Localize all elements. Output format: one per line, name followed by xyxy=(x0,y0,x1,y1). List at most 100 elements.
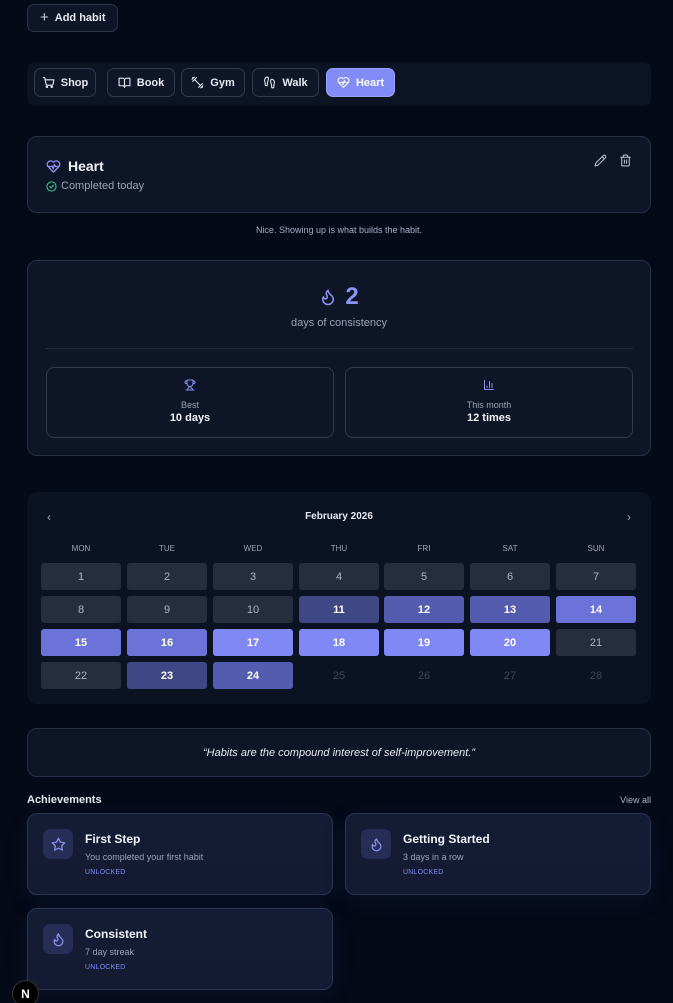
flame-icon xyxy=(371,837,381,851)
flame-icon xyxy=(322,289,335,306)
achievement-title: First Step xyxy=(85,832,141,846)
streak-label: days of consistency xyxy=(291,317,387,329)
calendar-day[interactable]: 7 xyxy=(556,563,636,590)
stats-card: 2 days of consistency Best 10 days This … xyxy=(27,260,651,456)
tab-label: Walk xyxy=(282,76,308,89)
tab-gym[interactable]: Gym xyxy=(181,68,245,97)
habit-tabs: Shop Book Gym Walk Heart xyxy=(27,62,651,106)
calendar-day[interactable]: 18 xyxy=(299,629,379,656)
calendar: ‹ February 2026 › MON TUE WED THU FRI SAT SUN 1… xyxy=(27,492,651,704)
weekday-label: SUN xyxy=(587,544,605,553)
achievement-icon xyxy=(43,924,73,954)
weekday-label: TUE xyxy=(159,544,175,553)
calendar-day[interactable]: 14 xyxy=(556,596,636,623)
add-habit-button[interactable]: + Add habit xyxy=(27,4,118,32)
best-streak-box: Best 10 days xyxy=(46,367,334,438)
quote-card: “Habits are the compound interest of sel… xyxy=(27,728,651,777)
calendar-day[interactable]: 5 xyxy=(384,563,464,590)
tab-label: Gym xyxy=(210,76,235,89)
habit-status-text: Completed today xyxy=(61,180,145,192)
footprints-icon xyxy=(264,76,276,89)
calendar-day[interactable]: 23 xyxy=(127,662,207,689)
tab-label: Heart xyxy=(355,76,385,89)
achievement-status: UNLOCKED xyxy=(85,869,126,876)
calendar-day[interactable]: 12 xyxy=(384,596,464,623)
month-value: 12 times xyxy=(466,412,512,424)
dumbbell-icon xyxy=(191,76,204,89)
tab-walk[interactable]: Walk xyxy=(252,68,319,97)
calendar-day[interactable]: 8 xyxy=(41,596,121,623)
habit-status: Completed today xyxy=(46,180,144,192)
calendar-day[interactable]: 15 xyxy=(41,629,121,656)
calendar-day[interactable]: 6 xyxy=(470,563,550,590)
tab-label: Book xyxy=(136,76,165,89)
calendar-month-title: February 2026 xyxy=(305,511,373,522)
weekday-label: SAT xyxy=(502,544,518,553)
calendar-day[interactable]: 17 xyxy=(213,629,293,656)
star-icon xyxy=(51,837,65,851)
habit-actions xyxy=(594,154,632,167)
achievement-status: UNLOCKED xyxy=(403,869,444,876)
calendar-day[interactable]: 13 xyxy=(470,596,550,623)
calendar-day[interactable]: 21 xyxy=(556,629,636,656)
achievement-title: Getting Started xyxy=(403,832,490,846)
calendar-day[interactable]: 22 xyxy=(41,662,121,689)
calendar-day: 26 xyxy=(417,669,431,682)
calendar-day[interactable]: 3 xyxy=(213,563,293,590)
trash-icon[interactable] xyxy=(619,154,632,167)
calendar-day: 25 xyxy=(332,669,346,682)
calendar-day[interactable]: 20 xyxy=(470,629,550,656)
calendar-day[interactable]: 1 xyxy=(41,563,121,590)
calendar-day: 28 xyxy=(589,669,603,682)
tab-heart[interactable]: Heart xyxy=(326,68,395,97)
flame-icon xyxy=(53,932,63,946)
calendar-day[interactable]: 9 xyxy=(127,596,207,623)
streak-value: 2 xyxy=(345,283,359,310)
achievement-desc: 3 days in a row xyxy=(403,852,464,862)
habit-card: Heart Completed today xyxy=(27,136,651,213)
bar-chart-icon xyxy=(484,380,494,390)
achievement-title: Consistent xyxy=(85,927,148,941)
book-icon xyxy=(118,77,131,88)
weekday-label: FRI xyxy=(417,544,431,553)
calendar-day[interactable]: 10 xyxy=(213,596,293,623)
calendar-day[interactable]: 19 xyxy=(384,629,464,656)
calendar-day[interactable]: 16 xyxy=(127,629,207,656)
tab-book[interactable]: Book xyxy=(107,68,175,97)
add-habit-label: Add habit xyxy=(54,12,106,24)
achievement-icon xyxy=(361,829,391,859)
heart-pulse-icon xyxy=(46,159,61,173)
calendar-day[interactable]: 11 xyxy=(299,596,379,623)
achievement-icon xyxy=(43,829,73,859)
streak-row: 2 xyxy=(28,283,650,311)
calendar-day[interactable]: 24 xyxy=(213,662,293,689)
habit-title-row: Heart xyxy=(46,158,104,174)
trophy-icon xyxy=(184,379,196,391)
calendar-day: 27 xyxy=(503,669,517,682)
achievement-card: Consistent 7 day streak UNLOCKED xyxy=(27,908,333,990)
best-label: Best xyxy=(180,400,199,410)
tab-shop[interactable]: Shop xyxy=(34,68,96,97)
calendar-day[interactable]: 4 xyxy=(299,563,379,590)
heart-pulse-icon xyxy=(337,77,350,88)
cart-icon xyxy=(42,77,55,89)
achievements-heading: Achievements xyxy=(27,794,102,806)
weekday-label: THU xyxy=(330,544,348,553)
habit-title: Heart xyxy=(68,158,104,174)
calendar-day[interactable]: 2 xyxy=(127,563,207,590)
dev-badge[interactable]: N xyxy=(12,980,39,1003)
achievement-card: First Step You completed your first habi… xyxy=(27,813,333,895)
achievement-status: UNLOCKED xyxy=(85,964,126,971)
divider xyxy=(45,348,633,349)
view-all-link[interactable]: View all xyxy=(620,795,651,805)
month-count-box: This month 12 times xyxy=(345,367,633,438)
tab-label: Shop xyxy=(60,76,89,89)
best-value: 10 days xyxy=(169,412,211,424)
encouragement-text: Nice. Showing up is what builds the habi… xyxy=(255,225,423,235)
achievement-desc: You completed your first habit xyxy=(85,852,204,862)
pencil-icon[interactable] xyxy=(594,154,607,167)
check-circle-icon xyxy=(46,180,57,192)
plus-icon: + xyxy=(40,9,49,26)
chevron-right-icon[interactable]: › xyxy=(627,510,631,524)
achievement-card: Getting Started 3 days in a row UNLOCKED xyxy=(345,813,651,895)
